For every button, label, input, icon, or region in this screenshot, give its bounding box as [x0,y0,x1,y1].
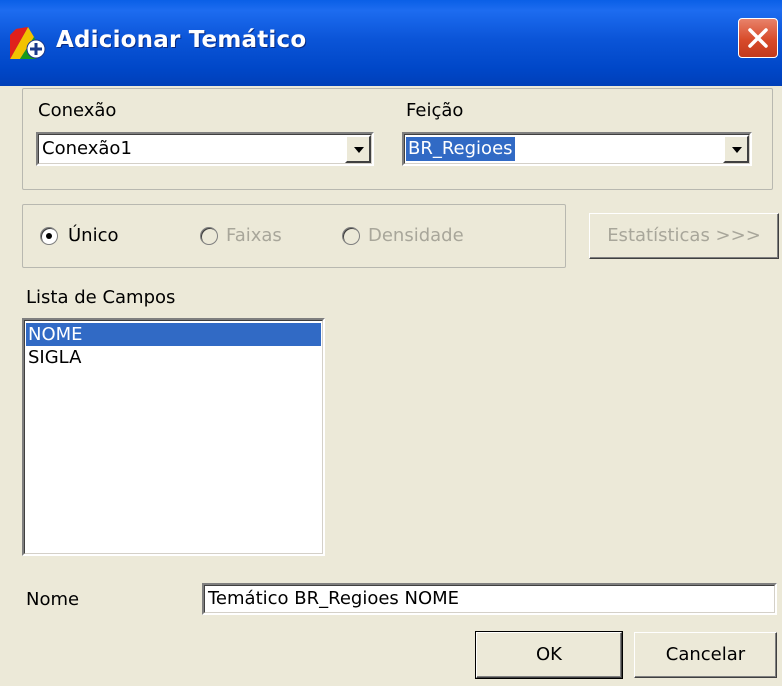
name-field-value: Temático BR_Regioes NOME [208,588,460,609]
radio-selected-dot [46,233,52,239]
feature-select-value: BR_Regioes [406,137,515,161]
radio-unico-label[interactable]: Único [68,225,119,246]
radio-densidade[interactable] [342,227,360,245]
fields-list[interactable]: NOME SIGLA [22,318,325,556]
chevron-down-icon [732,147,742,153]
connection-select-value: Conexão1 [42,138,132,159]
window-title: Adicionar Temático [56,27,307,53]
feature-dropdown-button[interactable] [723,135,749,163]
connection-dropdown-button[interactable] [345,135,371,163]
name-label: Nome [26,589,80,610]
connection-select[interactable]: Conexão1 [36,132,374,166]
radio-faixas-label[interactable]: Faixas [226,225,282,246]
chevron-down-icon [354,147,364,153]
add-thematic-icon [8,25,48,61]
feature-select[interactable]: BR_Regioes [402,132,752,166]
close-icon [748,28,768,48]
radio-unico[interactable] [40,227,58,245]
radio-densidade-label[interactable]: Densidade [368,225,464,246]
connection-label: Conexão [38,100,117,121]
title-bar[interactable]: Adicionar Temático [0,0,782,86]
add-thematic-dialog: Adicionar Temático Conexão Conexão1 Feiç… [0,0,782,686]
statistics-button[interactable]: Estatísticas >>> [589,213,779,259]
radio-faixas[interactable] [200,227,218,245]
ok-button[interactable]: OK [475,631,623,679]
close-button[interactable] [738,18,778,58]
fields-list-label: Lista de Campos [26,287,176,308]
cancel-button[interactable]: Cancelar [634,632,777,678]
list-item[interactable]: SIGLA [26,346,321,369]
feature-label: Feição [406,100,464,121]
name-field[interactable]: Temático BR_Regioes NOME [202,583,777,615]
list-item[interactable]: NOME [26,323,321,346]
